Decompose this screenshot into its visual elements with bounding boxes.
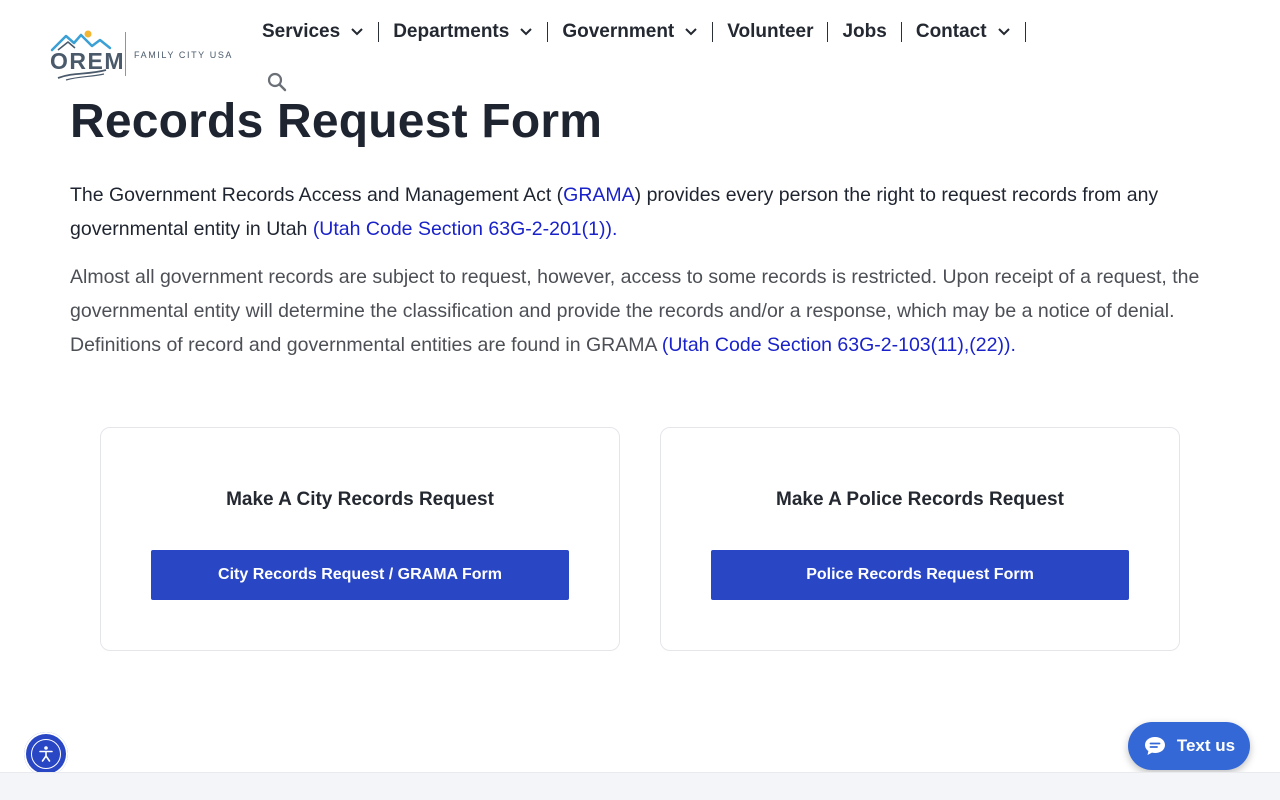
nav-item-label: Departments <box>393 21 510 42</box>
text-us-button[interactable]: Text us <box>1128 722 1250 770</box>
nav-item-services[interactable]: Services <box>255 18 371 46</box>
chevron-down-icon <box>351 28 363 36</box>
chevron-down-icon <box>520 28 533 36</box>
chat-bubble-icon <box>1144 737 1165 755</box>
accessibility-icon <box>31 739 61 769</box>
nav-item-label: Contact <box>915 21 987 42</box>
nav-divider <box>1024 22 1026 42</box>
search-icon[interactable] <box>266 71 288 93</box>
description-paragraph: Almost all government records are subjec… <box>70 260 1220 362</box>
utah-code-link[interactable]: (Utah Code Section 63G-2-201(1)). <box>313 218 618 240</box>
accessibility-button[interactable] <box>24 732 68 776</box>
nav-item-label: Jobs <box>842 21 887 42</box>
nav-item-jobs[interactable]: Jobs <box>835 18 893 46</box>
chevron-down-icon <box>997 28 1010 36</box>
site-header: OREM FAMILY CITY USA Services Department… <box>0 0 1280 100</box>
page-title: Records Request Form <box>70 95 603 148</box>
nav-divider <box>378 22 380 42</box>
nav-item-label: Government <box>562 21 675 42</box>
description-text: Almost all government records are subjec… <box>70 266 1200 356</box>
footer-band <box>0 772 1280 800</box>
nav-item-label: Services <box>262 21 341 42</box>
city-records-request-button[interactable]: City Records Request / GRAMA Form <box>151 550 569 600</box>
nav-item-government[interactable]: Government <box>555 18 705 46</box>
nav-divider <box>900 22 902 42</box>
nav-item-volunteer[interactable]: Volunteer <box>720 18 820 46</box>
card-title: Make A Police Records Request <box>776 489 1064 510</box>
intro-text: The Government Records Access and Manage… <box>70 184 564 206</box>
chevron-down-icon <box>685 28 697 36</box>
logo-divider <box>125 32 126 76</box>
utah-code-definitions-link[interactable]: (Utah Code Section 63G-2-103(11),(22)). <box>662 334 1016 356</box>
logo-tagline: FAMILY CITY USA <box>134 50 234 60</box>
text-us-label: Text us <box>1176 736 1236 755</box>
card-title: Make A City Records Request <box>226 489 494 510</box>
intro-paragraph: The Government Records Access and Manage… <box>70 178 1220 246</box>
nav-item-label: Volunteer <box>727 21 814 42</box>
orem-logo[interactable]: OREM FAMILY CITY USA <box>48 26 238 82</box>
nav-divider <box>712 22 714 42</box>
logo-wordmark: OREM <box>50 48 125 74</box>
city-records-card: Make A City Records Request City Records… <box>100 427 620 651</box>
nav-item-contact[interactable]: Contact <box>909 18 1018 46</box>
main-nav: Services Departments Government Voluntee… <box>255 18 1033 46</box>
nav-item-departments[interactable]: Departments <box>386 18 540 46</box>
nav-divider <box>547 22 549 42</box>
nav-divider <box>827 22 829 42</box>
grama-link[interactable]: GRAMA <box>563 184 635 206</box>
police-records-request-button[interactable]: Police Records Request Form <box>711 550 1129 600</box>
police-records-card: Make A Police Records Request Police Rec… <box>660 427 1180 651</box>
